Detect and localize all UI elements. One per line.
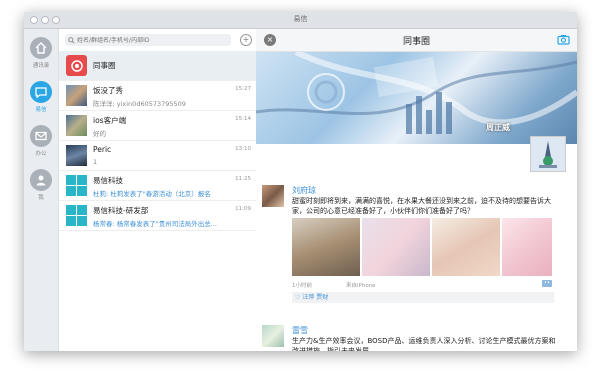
cover-avatar[interactable] — [530, 136, 566, 172]
avatar — [66, 145, 87, 166]
rail-label: 易信 — [35, 107, 47, 113]
add-button[interactable]: + — [240, 34, 252, 46]
rail-label: 通讯录 — [32, 63, 50, 69]
avatar — [66, 85, 87, 106]
conversation-time: 11:09 — [235, 206, 251, 212]
search-icon — [68, 36, 75, 44]
conversation-time: 15:27 — [235, 86, 251, 92]
list-item[interactable]: 易信科技 杜莉: 杜莉发表了"春游活动（北京）报名 11:25 — [59, 171, 256, 201]
conversation-preview: 1 — [93, 158, 98, 166]
post-text: 生产力&生产效率会议，BOSD产品、运维负责人深入分析、讨论生产模式最优方案和改… — [292, 337, 556, 351]
conversation-preview: 杜莉: 杜莉发表了"春游活动（北京）报名 — [93, 190, 211, 198]
conversation-time: 11:25 — [235, 176, 251, 182]
post-time: 1小时前 — [292, 283, 312, 289]
search-bar[interactable] — [65, 34, 231, 46]
camera-icon[interactable] — [557, 34, 570, 45]
post-photo[interactable] — [292, 218, 360, 276]
conversation-preview: 杨常春: 杨常春发表了"贵州司法局外出总... — [93, 220, 217, 228]
page-title: 同事圈 — [402, 37, 430, 47]
cover-illustration — [256, 52, 577, 134]
group-avatar — [66, 175, 87, 196]
conversation-preview: 陈洋洋: yixin0d60573795509 — [93, 100, 186, 108]
conversation-name: ios客户端 — [93, 116, 127, 125]
rail-label: 我 — [38, 195, 44, 201]
title-bar: 易信 — [24, 12, 577, 29]
list-item[interactable]: 易信科技-研发部 杨常春: 杨常春发表了"贵州司法局外出总... 11:09 — [59, 201, 256, 231]
avatar[interactable] — [262, 325, 284, 347]
conversation-name: 易信科技 — [93, 176, 123, 185]
rail-item-office[interactable]: 办公 — [27, 125, 55, 157]
nav-rail: 通讯录 易信 办公 我 — [24, 29, 59, 351]
list-item[interactable]: ios客户端 好的 15:14 — [59, 111, 256, 141]
post-photo[interactable] — [432, 218, 500, 276]
rail-item-me[interactable]: 我 — [27, 169, 55, 201]
mail-icon — [30, 125, 52, 147]
person-icon — [30, 169, 52, 191]
group-avatar — [66, 205, 87, 226]
conversation-list: + 同事圈 饭没了秀 陈洋洋: yixin0d60573795509 15:27… — [59, 29, 257, 351]
post-photo[interactable] — [502, 218, 552, 276]
post-author[interactable]: 刘府琼 — [292, 185, 316, 196]
list-item[interactable]: 同事圈 — [59, 51, 256, 81]
list-item[interactable]: Peric 1 13:10 — [59, 141, 256, 171]
app-window: 易信 通讯录 易信 办公 我 姓名/群组名/手机号/内部ID + 同事圈 饭没了… — [24, 12, 577, 351]
moments-panel: × 同事圈 周正威 刘府琼 甜蜜时刻即将到来，满满的喜悦，在水果大餐还没到来之前… — [256, 29, 577, 351]
moments-header: × 同事圈 — [256, 29, 577, 52]
cover-user-name: 周正威 — [486, 123, 510, 132]
cover-image: 周正威 — [256, 52, 577, 144]
home-icon — [30, 37, 52, 59]
list-item[interactable]: 饭没了秀 陈洋洋: yixin0d60573795509 15:27 — [59, 81, 256, 111]
post-author[interactable]: 雷雪 — [292, 325, 308, 336]
conversation-name: 同事圈 — [93, 61, 116, 70]
conversation-name: 易信科技-研发部 — [93, 206, 149, 215]
conversation-name: Peric — [93, 145, 112, 154]
avatar[interactable] — [262, 185, 284, 207]
conversation-time: 13:10 — [235, 146, 251, 152]
post-text: 甜蜜时刻即将到来，满满的喜悦，在水果大餐还没到来之前，迫不及待的想要告诉大家，公… — [292, 197, 551, 215]
conversation-name: 饭没了秀 — [93, 86, 123, 95]
conversation-time: 15:14 — [235, 116, 251, 122]
post-likes: ♡ 汪萍 贾财 — [292, 292, 554, 303]
moments-avatar — [66, 55, 87, 76]
rail-label: 办公 — [35, 151, 47, 157]
window-title: 易信 — [293, 15, 308, 23]
post-photo[interactable] — [362, 218, 430, 276]
conversation-preview: 好的 — [93, 130, 106, 138]
rail-item-yixin[interactable]: 易信 — [27, 81, 55, 113]
comment-button[interactable]: •• — [542, 280, 552, 287]
search-input[interactable] — [77, 36, 227, 44]
chat-icon — [30, 81, 52, 103]
avatar — [66, 115, 87, 136]
rail-item-contacts[interactable]: 通讯录 — [27, 37, 55, 69]
post-source: 来自iPhone — [346, 283, 376, 289]
